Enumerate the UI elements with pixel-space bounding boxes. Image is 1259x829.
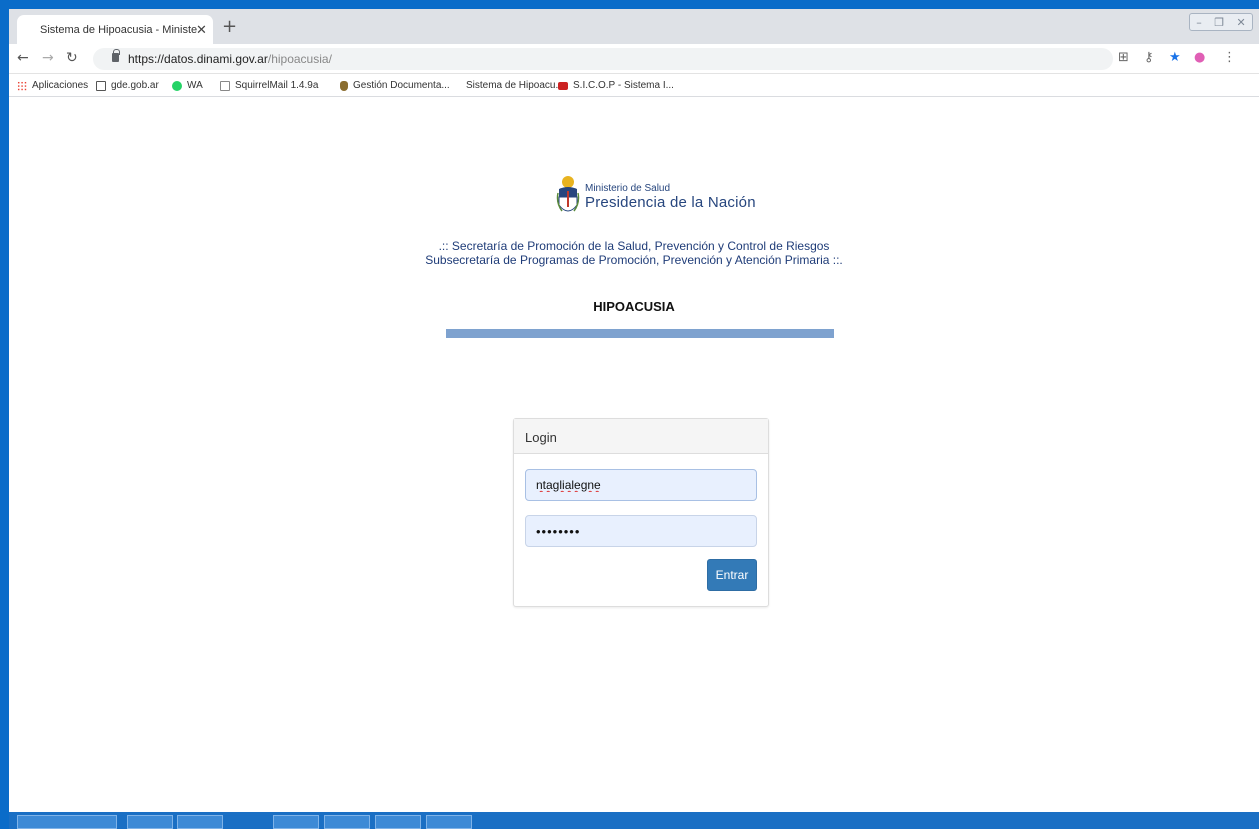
escudo-nacional-icon bbox=[556, 176, 580, 212]
sicop-icon bbox=[558, 81, 568, 90]
login-heading: Login bbox=[514, 419, 768, 454]
taskbar-item[interactable] bbox=[127, 815, 173, 829]
bookmark-sicop[interactable]: S.I.C.O.P - Sistema I... bbox=[558, 80, 674, 91]
bookmark-label: WA bbox=[187, 80, 203, 91]
url-text[interactable]: https://datos.dinami.gov.ar/hipoacusia/ bbox=[128, 52, 332, 66]
reload-icon[interactable]: ↻ bbox=[66, 50, 78, 66]
window-controls: – ❐ ✕ bbox=[1189, 13, 1253, 31]
bookmark-gestion-documental[interactable]: Gestión Documenta... bbox=[340, 80, 450, 91]
bookmarks-bar: Aplicaciones gde.gob.ar WA SquirrelMail … bbox=[9, 75, 1259, 97]
forward-arrow-icon[interactable]: → bbox=[42, 50, 54, 66]
escudo-icon bbox=[340, 80, 348, 91]
key-icon[interactable]: ⚷ bbox=[1144, 50, 1154, 65]
restore-icon[interactable]: ❐ bbox=[1214, 16, 1224, 29]
page-content: Ministerio de Salud Presidencia de la Na… bbox=[9, 98, 1259, 798]
entrar-button[interactable]: Entrar bbox=[707, 559, 757, 591]
taskbar-item[interactable] bbox=[17, 815, 117, 829]
apps-grid-icon bbox=[17, 80, 27, 91]
bookmark-label: Sistema de Hipoacu... bbox=[466, 80, 564, 91]
browser-toolbar: ← → ↻ https://datos.dinami.gov.ar/hipoac… bbox=[9, 44, 1259, 74]
address-bar[interactable]: https://datos.dinami.gov.ar/hipoacusia/ bbox=[93, 48, 1113, 70]
whatsapp-icon bbox=[172, 80, 182, 91]
secretaria-line-2: Subsecretaría de Programas de Promoción,… bbox=[425, 253, 843, 267]
url-host: https://datos.dinami.gov.ar bbox=[128, 52, 268, 66]
lock-icon bbox=[112, 49, 120, 62]
translate-icon[interactable]: ⊞ bbox=[1118, 50, 1129, 65]
profile-avatar-icon[interactable]: ● bbox=[1194, 50, 1205, 65]
ministerio-logo: Ministerio de Salud Presidencia de la Na… bbox=[556, 173, 756, 221]
bookmark-star-icon[interactable]: ★ bbox=[1169, 50, 1181, 65]
bookmark-aplicaciones[interactable]: Aplicaciones bbox=[17, 80, 88, 91]
taskbar bbox=[9, 812, 1259, 829]
browser-tab-active[interactable]: Sistema de Hipoacusia - Ministe ✕ bbox=[17, 15, 213, 44]
bookmark-label: SquirrelMail 1.4.9a bbox=[235, 80, 319, 91]
taskbar-item[interactable] bbox=[375, 815, 421, 829]
back-arrow-icon[interactable]: ← bbox=[17, 50, 29, 66]
accent-divider bbox=[446, 329, 834, 338]
document-icon bbox=[96, 80, 106, 91]
menu-kebab-icon[interactable]: ⋮ bbox=[1223, 50, 1236, 65]
tab-strip: Sistema de Hipoacusia - Ministe ✕ + – ❐ … bbox=[9, 9, 1259, 44]
taskbar-item[interactable] bbox=[273, 815, 319, 829]
bookmark-gde[interactable]: gde.gob.ar bbox=[96, 80, 159, 91]
bookmark-squirrelmail[interactable]: SquirrelMail 1.4.9a bbox=[220, 80, 318, 91]
minimize-icon[interactable]: – bbox=[1196, 16, 1202, 29]
logo-text: Ministerio de Salud Presidencia de la Na… bbox=[585, 183, 756, 211]
presidencia-label: Presidencia de la Nación bbox=[585, 194, 756, 211]
login-panel: Login Entrar bbox=[513, 418, 769, 607]
page-icon bbox=[220, 80, 230, 91]
bookmark-label: Gestión Documenta... bbox=[353, 80, 450, 91]
close-window-icon[interactable]: ✕ bbox=[1237, 16, 1246, 29]
bookmark-label: Aplicaciones bbox=[32, 80, 89, 91]
url-path: /hipoacusia/ bbox=[267, 52, 332, 66]
taskbar-item[interactable] bbox=[324, 815, 370, 829]
tab-title: Sistema de Hipoacusia - Ministe bbox=[40, 24, 198, 36]
taskbar-item[interactable] bbox=[426, 815, 472, 829]
bookmark-label: S.I.C.O.P - Sistema I... bbox=[573, 80, 674, 91]
new-tab-button[interactable]: + bbox=[222, 16, 237, 37]
bookmark-sistema-hipoacusia[interactable]: Sistema de Hipoacu... bbox=[466, 80, 564, 91]
close-tab-icon[interactable]: ✕ bbox=[196, 23, 207, 38]
ministerio-label: Ministerio de Salud bbox=[585, 183, 671, 194]
browser-window: Sistema de Hipoacusia - Ministe ✕ + – ❐ … bbox=[9, 9, 1259, 821]
page-title: HIPOACUSIA bbox=[593, 299, 675, 314]
bookmark-label: gde.gob.ar bbox=[111, 80, 159, 91]
taskbar-item[interactable] bbox=[177, 815, 223, 829]
secretaria-line-1: .:: Secretaría de Promoción de la Salud,… bbox=[438, 239, 830, 253]
username-input[interactable] bbox=[525, 469, 757, 501]
bookmark-wa[interactable]: WA bbox=[172, 80, 203, 91]
password-input[interactable] bbox=[525, 515, 757, 547]
